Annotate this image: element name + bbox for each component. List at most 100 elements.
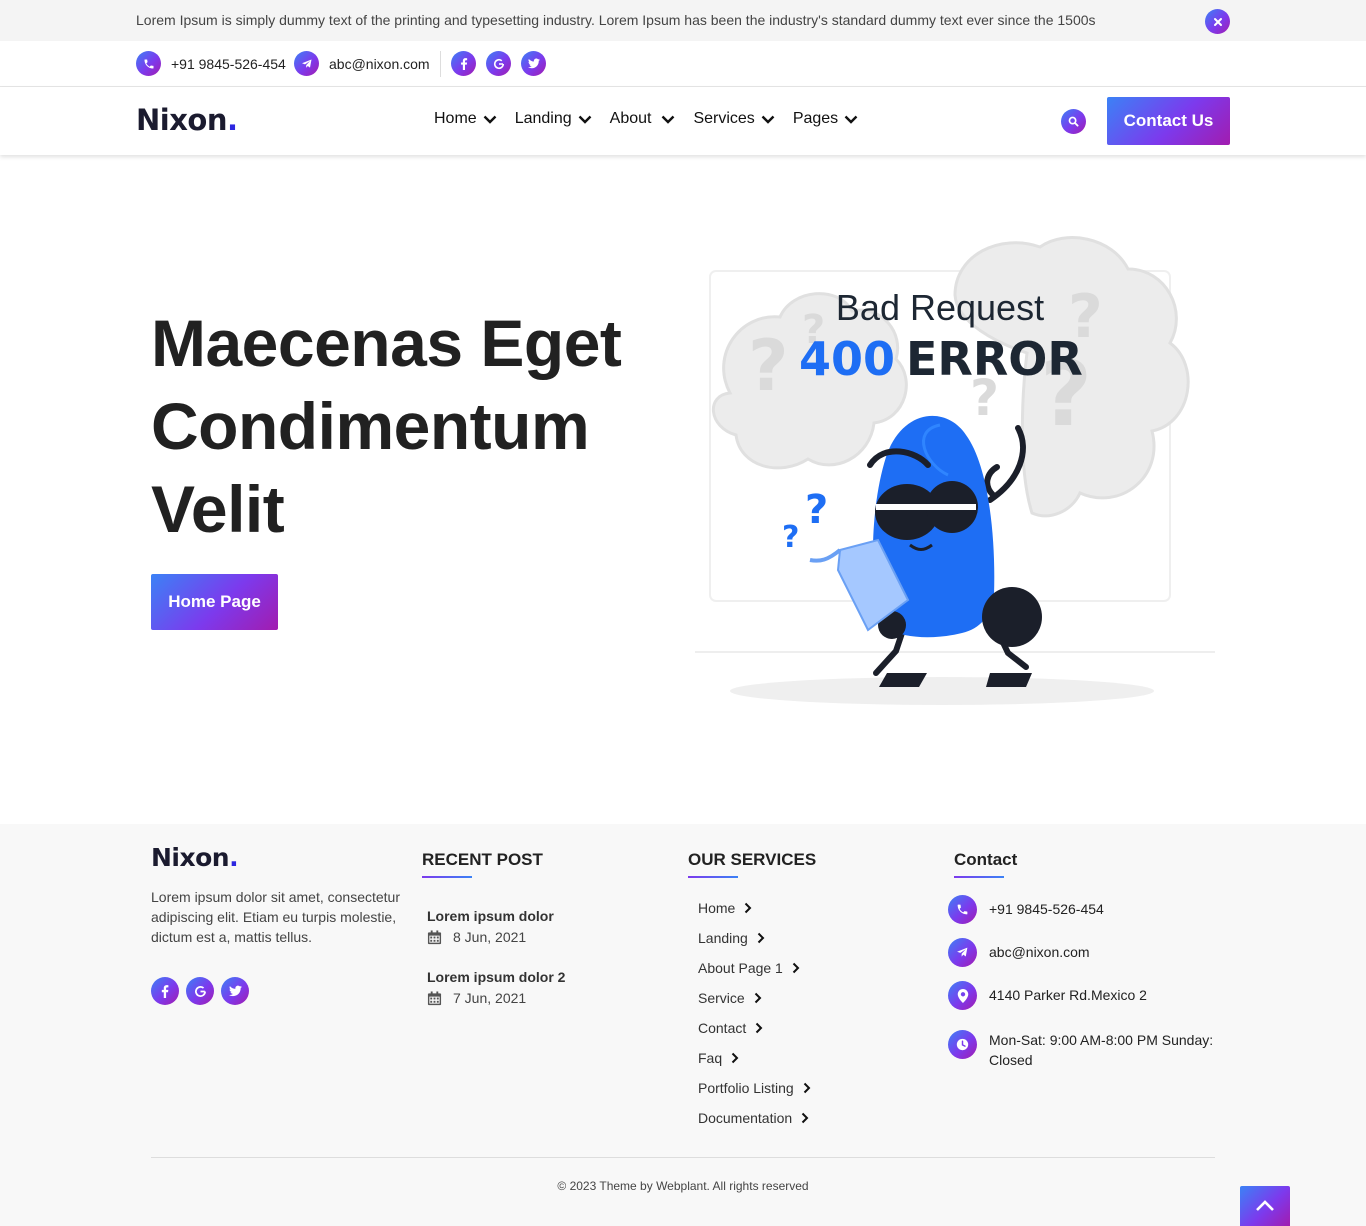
main-navbar: Nixon. Home Landing About Services Pages…	[0, 87, 1366, 155]
google-icon[interactable]	[486, 51, 511, 76]
contact-hours-text: Mon-Sat: 9:00 AM-8:00 PM Sunday: Closed	[989, 1032, 1214, 1068]
footer-contact-phone[interactable]: +91 9845-526-454	[948, 895, 1104, 924]
service-link[interactable]: About Page 1	[698, 960, 800, 976]
service-link[interactable]: Faq	[698, 1050, 739, 1066]
post-title[interactable]: Lorem ipsum dolor	[427, 908, 554, 924]
brand-name: Nixon	[151, 843, 230, 872]
google-icon[interactable]	[186, 977, 214, 1005]
post-date-text: 8 Jun, 2021	[453, 929, 527, 945]
hero-title: Maecenas Eget Condimentum Velit	[151, 302, 671, 551]
chevron-right-icon	[792, 962, 800, 974]
clock-icon	[948, 1030, 977, 1059]
nav-item-about[interactable]: About	[610, 110, 676, 128]
chevron-down-icon	[761, 115, 775, 124]
service-link[interactable]: Landing	[698, 930, 765, 946]
announcement-text: Lorem Ipsum is simply dummy text of the …	[136, 12, 1096, 28]
nav-item-services[interactable]: Services	[693, 110, 775, 128]
service-link-label: Service	[698, 990, 745, 1006]
error-400-illustration: ? ? ? ? ? Bad Request 400 ERROR ? ?	[695, 236, 1215, 705]
brand-name: Nixon	[136, 103, 228, 137]
illustration-code: 400	[799, 332, 895, 386]
location-pin-icon	[948, 981, 977, 1010]
chevron-right-icon	[801, 1112, 809, 1124]
service-link[interactable]: Service	[698, 990, 762, 1006]
recent-post-item[interactable]: Lorem ipsum dolor 2 7 Jun, 2021	[427, 969, 565, 1006]
announcement-bar: Lorem Ipsum is simply dummy text of the …	[0, 0, 1366, 41]
copyright-text: © 2023 Theme by Webplant. All rights res…	[557, 1179, 809, 1193]
topbar-email[interactable]: abc@nixon.com	[294, 51, 430, 76]
chevron-right-icon	[745, 902, 752, 914]
contact-address-text: 4140 Parker Rd.Mexico 2	[989, 987, 1147, 1003]
contact-heading: Contact	[954, 850, 1018, 878]
chevron-right-icon	[803, 1082, 811, 1094]
chevron-down-icon	[483, 115, 497, 124]
chevron-right-icon	[756, 1022, 763, 1034]
brand-dot: .	[229, 843, 239, 872]
topbar-phone[interactable]: +91 9845-526-454	[136, 51, 286, 76]
scroll-to-top-button[interactable]	[1240, 1186, 1290, 1226]
service-link[interactable]: Contact	[698, 1020, 763, 1036]
nav-item-label: Services	[693, 110, 755, 127]
illustration-bad-request: Bad Request	[836, 287, 1044, 328]
close-icon[interactable]	[1205, 9, 1230, 34]
chevron-down-icon	[662, 115, 675, 124]
recent-post-heading: RECENT POST	[422, 850, 543, 878]
footer-about-text: Lorem ipsum dolor sit amet, consectetur …	[151, 889, 400, 945]
twitter-icon[interactable]	[221, 977, 249, 1005]
brand-dot: .	[227, 103, 238, 137]
post-date: 8 Jun, 2021	[427, 929, 554, 945]
service-link-label: Documentation	[698, 1110, 793, 1126]
service-link[interactable]: Documentation	[698, 1110, 809, 1126]
footer-contact-email[interactable]: abc@nixon.com	[948, 938, 1090, 967]
chevron-up-icon	[1256, 1200, 1274, 1211]
chevron-right-icon	[757, 932, 765, 944]
facebook-icon[interactable]	[151, 977, 179, 1005]
service-link-label: Home	[698, 900, 736, 916]
svg-text:?: ?	[748, 325, 789, 407]
phone-icon	[136, 51, 161, 76]
post-title[interactable]: Lorem ipsum dolor 2	[427, 969, 565, 985]
nav-item-home[interactable]: Home	[434, 110, 497, 128]
search-icon[interactable]	[1061, 109, 1086, 134]
hero-title-line: Velit	[151, 472, 285, 546]
telegram-icon	[948, 938, 977, 967]
nav-item-landing[interactable]: Landing	[515, 110, 592, 128]
our-services-heading: OUR SERVICES	[688, 850, 817, 878]
svg-text:?: ?	[782, 520, 799, 555]
nav-item-label: Home	[434, 110, 477, 127]
footer: Nixon. Lorem ipsum dolor sit amet, conse…	[0, 824, 1366, 1226]
home-page-button[interactable]: Home Page	[151, 574, 278, 630]
calendar-icon	[427, 929, 442, 944]
twitter-icon[interactable]	[521, 51, 546, 76]
service-link-label: Contact	[698, 1020, 747, 1036]
facebook-icon[interactable]	[451, 51, 476, 76]
nav-menu: Home Landing About Services Pages	[434, 110, 876, 128]
contact-us-button[interactable]: Contact Us	[1107, 97, 1230, 145]
contact-bar: +91 9845-526-454 abc@nixon.com	[0, 41, 1366, 87]
calendar-icon	[427, 990, 442, 1005]
chevron-right-icon	[731, 1052, 739, 1064]
hero-title-line: Maecenas Eget	[151, 306, 622, 380]
brand-logo[interactable]: Nixon.	[136, 103, 238, 137]
nav-item-label: Pages	[792, 110, 839, 127]
nav-item-pages[interactable]: Pages	[793, 110, 858, 128]
footer-logo[interactable]: Nixon.	[151, 843, 239, 872]
divider	[440, 51, 441, 77]
service-link-label: Portfolio Listing	[698, 1080, 794, 1096]
topbar-phone-text: +91 9845-526-454	[171, 55, 286, 72]
topbar-email-text: abc@nixon.com	[329, 55, 430, 72]
service-link-label: Landing	[698, 930, 748, 946]
service-link[interactable]: Home	[698, 900, 752, 916]
recent-post-item[interactable]: Lorem ipsum dolor 8 Jun, 2021	[427, 908, 554, 945]
phone-icon	[948, 895, 977, 924]
service-link[interactable]: Portfolio Listing	[698, 1080, 811, 1096]
footer-contact-hours: Mon-Sat: 9:00 AM-8:00 PM Sunday: Closed	[948, 1030, 1218, 1070]
chevron-down-icon	[578, 115, 591, 124]
nav-item-label: About	[609, 110, 652, 127]
contact-email-text: abc@nixon.com	[989, 944, 1090, 960]
chevron-down-icon	[844, 115, 858, 124]
telegram-icon	[294, 51, 319, 76]
contact-phone-text: +91 9845-526-454	[989, 901, 1104, 917]
nav-item-label: Landing	[514, 110, 572, 127]
hero-title-line: Condimentum	[151, 389, 590, 463]
